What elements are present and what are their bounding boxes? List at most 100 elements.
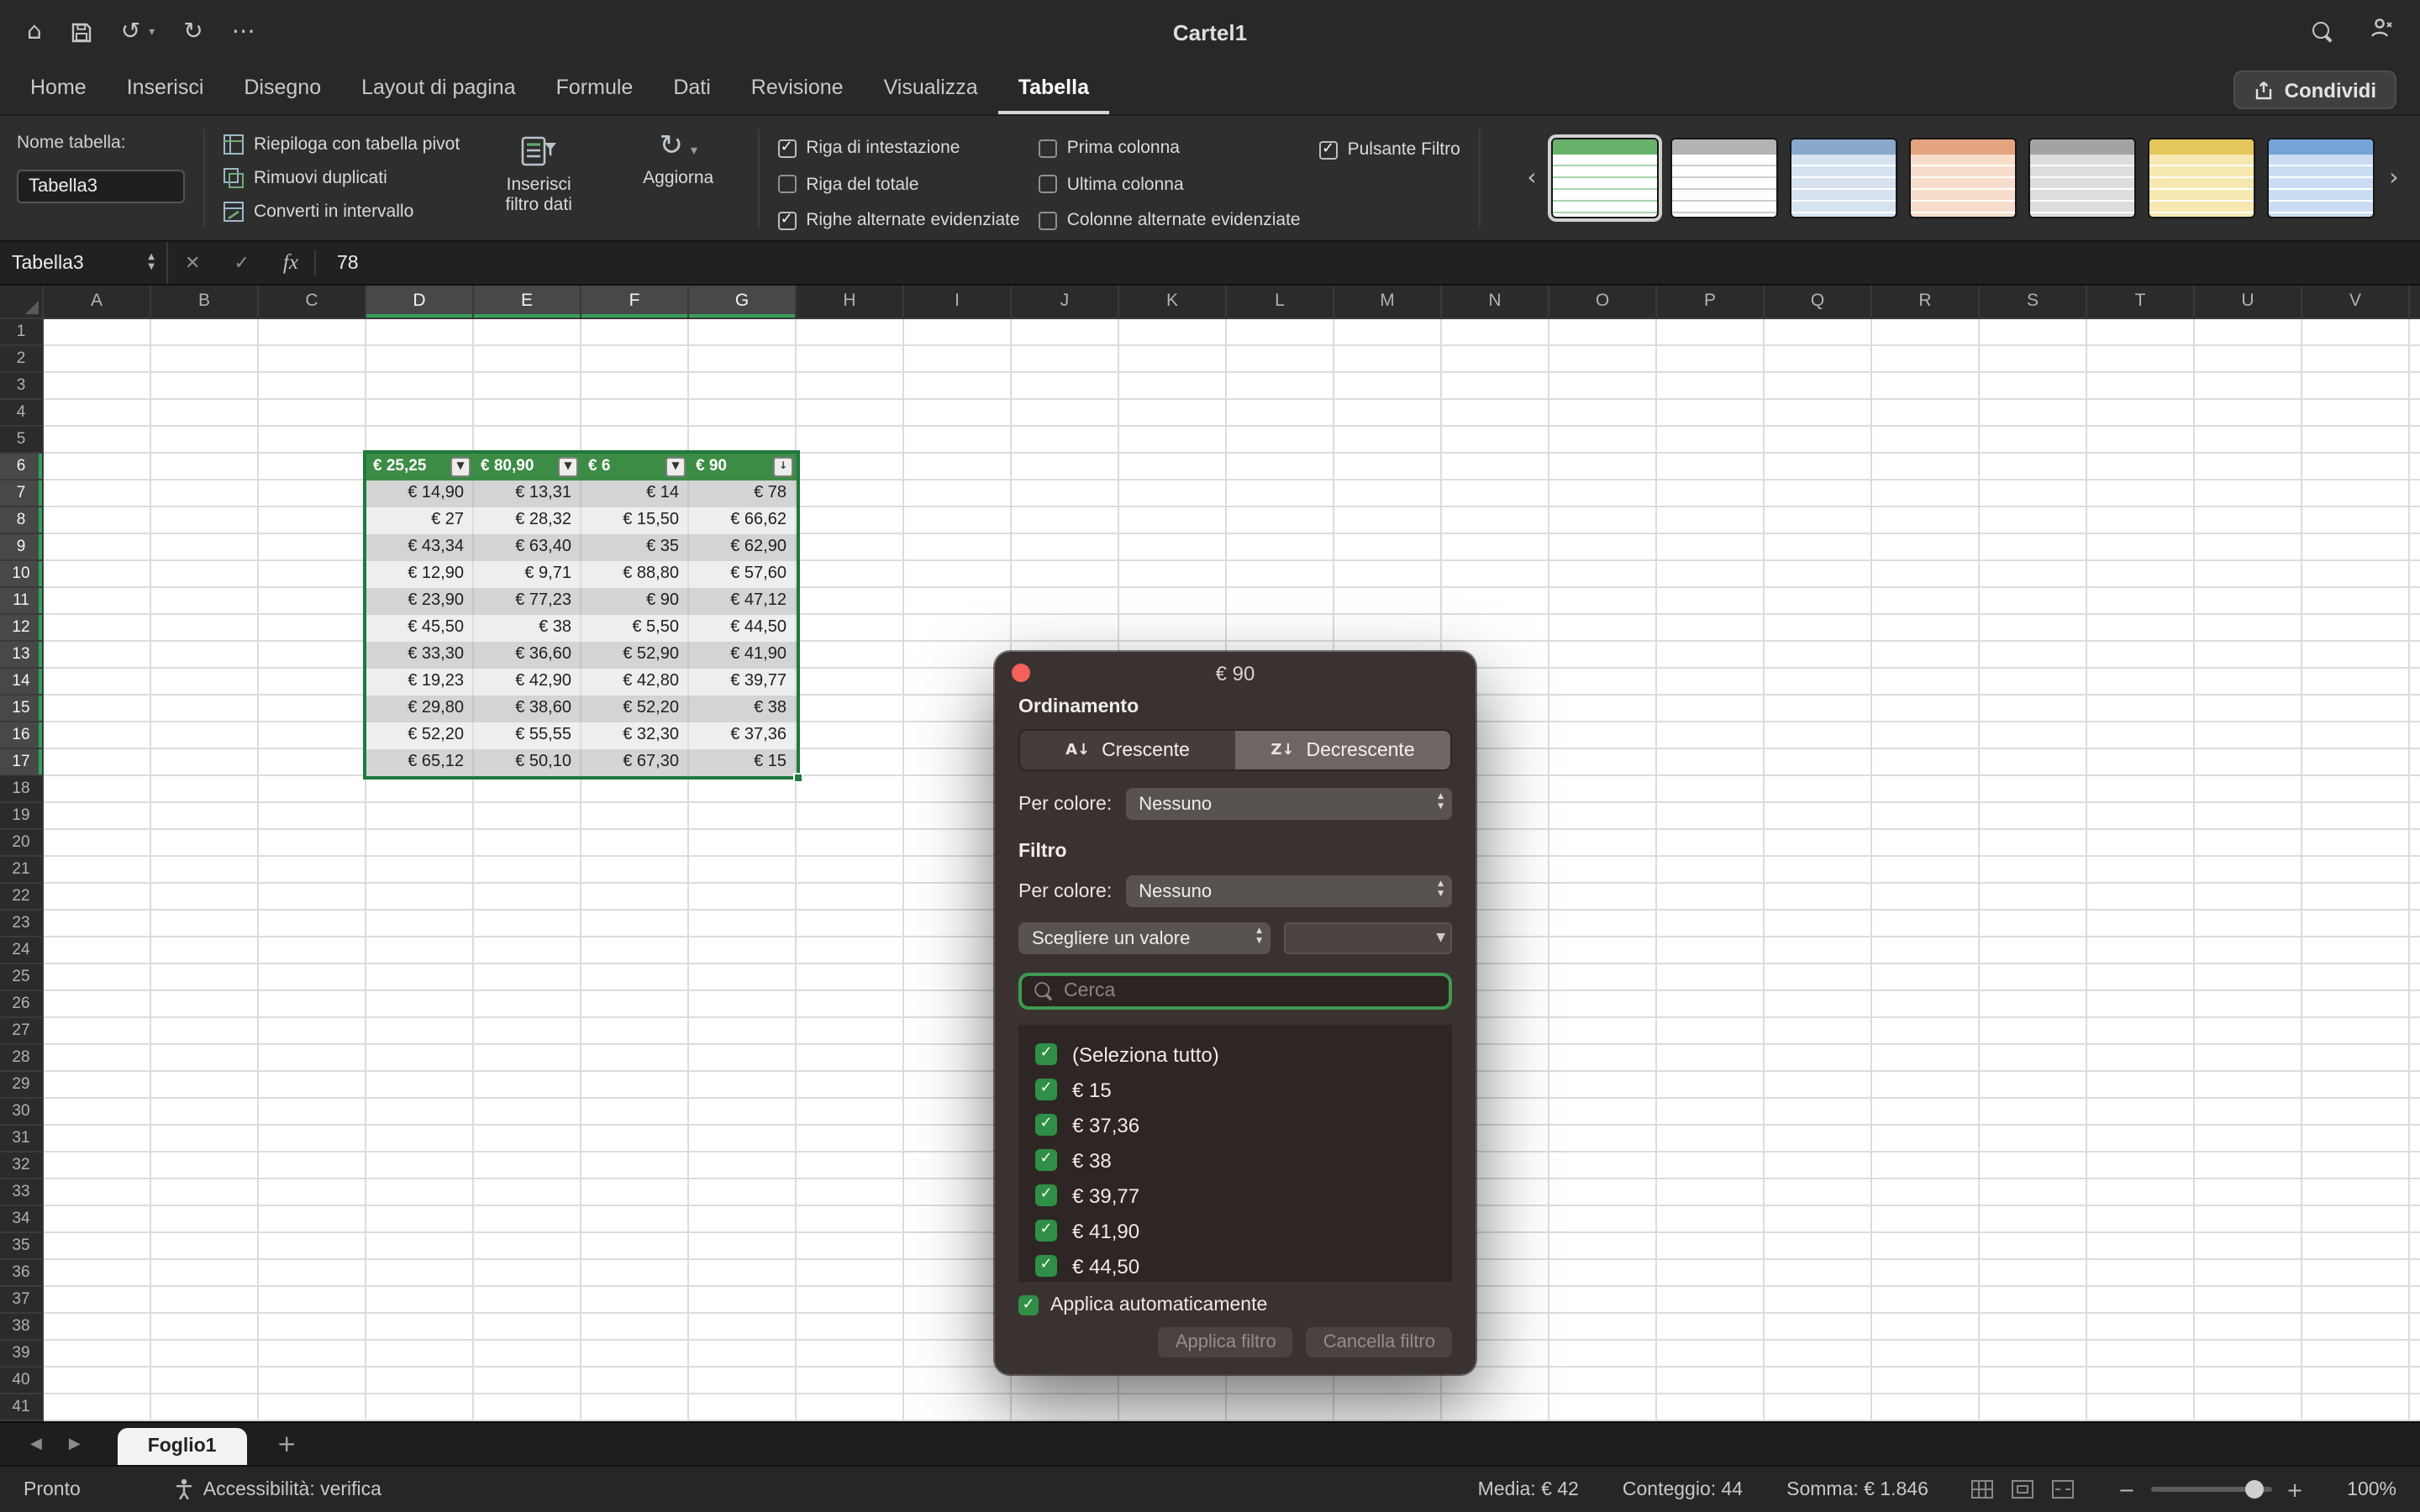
row-header-24[interactable]: 24 bbox=[0, 937, 42, 964]
name-box[interactable]: Tabella3 ▲ ▼ bbox=[0, 242, 168, 284]
select-all-corner[interactable] bbox=[0, 286, 44, 318]
zoom-in-icon[interactable]: + bbox=[2286, 1478, 2303, 1501]
table-header-cell[interactable]: € 90↓ bbox=[689, 454, 797, 480]
row-header-1[interactable]: 1 bbox=[0, 319, 42, 346]
checkbox-checked-icon[interactable]: ✓ bbox=[1035, 1220, 1057, 1242]
more-commands-icon[interactable]: ⋯ bbox=[232, 20, 255, 44]
filter-button-col-3[interactable]: ↓ bbox=[773, 457, 793, 477]
column-header-J[interactable]: J bbox=[1012, 286, 1119, 318]
row-header-14[interactable]: 14 bbox=[0, 669, 42, 696]
table-cell[interactable]: € 42,90 bbox=[474, 669, 581, 696]
table-cell[interactable]: € 65,12 bbox=[366, 749, 474, 776]
search-icon[interactable] bbox=[2312, 22, 2333, 42]
apply-auto-row[interactable]: ✓ Applica automaticamente bbox=[1018, 1295, 1452, 1315]
stepper-up-icon[interactable]: ▲ bbox=[148, 254, 155, 262]
row-header-19[interactable]: 19 bbox=[0, 803, 42, 830]
home-icon[interactable]: ⌂ bbox=[27, 20, 42, 44]
filter-value-item-15[interactable]: ✓€ 15 bbox=[1018, 1072, 1452, 1107]
share-button[interactable]: Condividi bbox=[2234, 71, 2396, 109]
normal-view-icon[interactable] bbox=[1972, 1480, 1994, 1499]
table-style-gray[interactable] bbox=[2028, 138, 2136, 218]
option-prima-colonna[interactable]: Prima colonna bbox=[1039, 138, 1301, 160]
option-riga-di-intestazione[interactable]: ✓Riga di intestazione bbox=[777, 138, 1020, 160]
checkbox-checked-icon[interactable]: ✓ bbox=[1035, 1184, 1057, 1206]
column-header-B[interactable]: B bbox=[151, 286, 259, 318]
table-cell[interactable]: € 41,90 bbox=[689, 642, 797, 669]
row-header-34[interactable]: 34 bbox=[0, 1206, 42, 1233]
row-header-16[interactable]: 16 bbox=[0, 722, 42, 749]
checkbox-checked-icon[interactable]: ✓ bbox=[1035, 1079, 1057, 1100]
table-style-green[interactable] bbox=[1551, 138, 1659, 218]
table-style-yellow[interactable] bbox=[2148, 138, 2255, 218]
next-sheet-icon[interactable]: ▶ bbox=[55, 1436, 94, 1452]
row-header-15[interactable]: 15 bbox=[0, 696, 42, 722]
redo-icon[interactable]: ↻ bbox=[183, 20, 203, 44]
table-cell[interactable]: € 47,12 bbox=[689, 588, 797, 615]
gallery-prev-icon[interactable]: ‹ bbox=[1523, 165, 1541, 192]
filter-value-combo[interactable]: ▼ bbox=[1284, 922, 1452, 954]
row-header-8[interactable]: 8 bbox=[0, 507, 42, 534]
confirm-entry-icon[interactable]: ✓ bbox=[217, 252, 266, 274]
row-header-30[interactable]: 30 bbox=[0, 1099, 42, 1126]
fill-handle[interactable] bbox=[793, 773, 803, 783]
option-colonne-alternate-evidenziate[interactable]: Colonne alternate evidenziate bbox=[1039, 209, 1301, 232]
sort-by-color-select[interactable]: Nessuno ▲▼ bbox=[1125, 788, 1452, 820]
column-header-U[interactable]: U bbox=[2195, 286, 2302, 318]
filter-value-item-39-77[interactable]: ✓€ 39,77 bbox=[1018, 1178, 1452, 1213]
stepper-down-icon[interactable]: ▼ bbox=[148, 264, 155, 272]
row-header-3[interactable]: 3 bbox=[0, 373, 42, 400]
column-header-P[interactable]: P bbox=[1657, 286, 1765, 318]
column-header-F[interactable]: F bbox=[581, 286, 689, 318]
checkbox-checked-icon[interactable]: ✓ bbox=[777, 212, 796, 230]
table-cell[interactable]: € 50,10 bbox=[474, 749, 581, 776]
filter-value-item-38[interactable]: ✓€ 38 bbox=[1018, 1142, 1452, 1178]
gallery-next-icon[interactable]: › bbox=[2385, 165, 2403, 192]
remove-duplicates-button[interactable]: Rimuovi duplicati bbox=[224, 168, 460, 188]
row-header-21[interactable]: 21 bbox=[0, 857, 42, 884]
table-cell[interactable]: € 36,60 bbox=[474, 642, 581, 669]
table-cell[interactable]: € 45,50 bbox=[366, 615, 474, 642]
table-cell[interactable]: € 23,90 bbox=[366, 588, 474, 615]
row-header-6[interactable]: 6 bbox=[0, 454, 42, 480]
save-icon[interactable] bbox=[71, 21, 92, 43]
column-header-H[interactable]: H bbox=[797, 286, 904, 318]
row-header-4[interactable]: 4 bbox=[0, 400, 42, 427]
column-header-C[interactable]: C bbox=[259, 286, 366, 318]
column-header-M[interactable]: M bbox=[1334, 286, 1442, 318]
table-cell[interactable]: € 14 bbox=[581, 480, 689, 507]
table-cell[interactable]: € 66,62 bbox=[689, 507, 797, 534]
checkbox-unchecked-icon[interactable] bbox=[1039, 139, 1057, 158]
row-header-17[interactable]: 17 bbox=[0, 749, 42, 776]
checkbox-checked-icon[interactable]: ✓ bbox=[1035, 1255, 1057, 1277]
checkbox-unchecked-icon[interactable] bbox=[777, 176, 796, 194]
tab-tabella[interactable]: Tabella bbox=[998, 76, 1109, 114]
tab-inserisci[interactable]: Inserisci bbox=[107, 76, 224, 114]
row-header-35[interactable]: 35 bbox=[0, 1233, 42, 1260]
name-box-stepper[interactable]: ▲ ▼ bbox=[148, 254, 155, 272]
account-icon[interactable] bbox=[2370, 17, 2393, 47]
column-header-K[interactable]: K bbox=[1119, 286, 1227, 318]
table-cell[interactable]: € 19,23 bbox=[366, 669, 474, 696]
row-header-27[interactable]: 27 bbox=[0, 1018, 42, 1045]
column-header-Q[interactable]: Q bbox=[1765, 286, 1872, 318]
filter-value-item-44-50[interactable]: ✓€ 44,50 bbox=[1018, 1248, 1452, 1282]
row-header-41[interactable]: 41 bbox=[0, 1394, 42, 1421]
row-header-29[interactable]: 29 bbox=[0, 1072, 42, 1099]
page-layout-view-icon[interactable] bbox=[2012, 1480, 2034, 1499]
table-cell[interactable]: € 33,30 bbox=[366, 642, 474, 669]
table-cell[interactable]: € 57,60 bbox=[689, 561, 797, 588]
table-cell[interactable]: € 12,90 bbox=[366, 561, 474, 588]
sheet-tab-foglio1[interactable]: Foglio1 bbox=[118, 1428, 247, 1465]
table-header-cell[interactable]: € 6▼ bbox=[581, 454, 689, 480]
row-header-32[interactable]: 32 bbox=[0, 1152, 42, 1179]
table-header-cell[interactable]: € 80,90▼ bbox=[474, 454, 581, 480]
filter-button-col-2[interactable]: ▼ bbox=[666, 457, 686, 477]
row-header-9[interactable]: 9 bbox=[0, 534, 42, 561]
row-header-18[interactable]: 18 bbox=[0, 776, 42, 803]
row-header-20[interactable]: 20 bbox=[0, 830, 42, 857]
clear-filter-button[interactable]: Cancella filtro bbox=[1307, 1327, 1452, 1357]
table-cell[interactable]: € 88,80 bbox=[581, 561, 689, 588]
table-style-orange[interactable] bbox=[1909, 138, 2017, 218]
column-header-D[interactable]: D bbox=[366, 286, 474, 318]
table-cell[interactable]: € 15 bbox=[689, 749, 797, 776]
